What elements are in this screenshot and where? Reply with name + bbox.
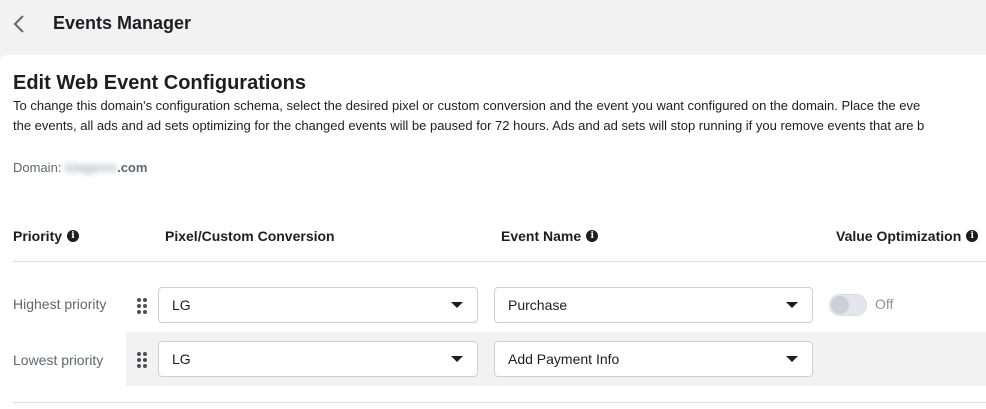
column-header-event: Event Name i <box>501 228 599 244</box>
info-icon[interactable]: i <box>67 230 80 242</box>
pixel-select[interactable]: LG <box>158 287 478 323</box>
table-bottom-divider <box>13 402 986 403</box>
drag-handle-icon[interactable] <box>137 298 147 314</box>
domain-masked: lolagems <box>65 160 118 175</box>
domain-info: Domain: lolagems.com <box>13 160 147 175</box>
app-title: Events Manager <box>53 13 192 33</box>
toggle-knob <box>831 296 849 314</box>
header-divider <box>13 261 986 262</box>
top-bar: Events Manager <box>0 0 986 50</box>
caret-down-icon <box>451 356 463 362</box>
page-title: Edit Web Event Configurations <box>13 72 306 94</box>
pixel-select[interactable]: LG <box>158 341 478 377</box>
value-optimization-toggle[interactable] <box>829 294 867 316</box>
drag-handle-icon[interactable] <box>137 352 147 368</box>
row-priority-label: Highest priority <box>13 296 107 312</box>
column-header-priority: Priority i <box>13 228 80 244</box>
page-description: To change this domain's configuration sc… <box>13 96 986 136</box>
description-line-1: To change this domain's configuration sc… <box>13 98 921 113</box>
description-line-2: the events, all ads and ad sets optimizi… <box>13 118 925 133</box>
caret-down-icon <box>786 356 798 362</box>
column-header-value-optimization: Value Optimization i <box>836 228 979 244</box>
info-icon[interactable]: i <box>586 230 599 242</box>
row-priority-label: Lowest priority <box>13 352 104 368</box>
caret-down-icon <box>451 302 463 308</box>
edit-configurations-card: Edit Web Event Configurations To change … <box>0 55 986 409</box>
event-select[interactable]: Add Payment Info <box>494 341 813 377</box>
domain-label: Domain: <box>13 160 62 175</box>
domain-suffix: .com <box>117 160 148 175</box>
chevron-left-icon[interactable] <box>10 12 30 36</box>
info-icon[interactable]: i <box>966 230 979 242</box>
column-header-pixel: Pixel/Custom Conversion <box>165 228 335 244</box>
value-optimization-status: Off <box>875 296 894 312</box>
caret-down-icon <box>786 302 798 308</box>
event-select[interactable]: Purchase <box>494 287 813 323</box>
